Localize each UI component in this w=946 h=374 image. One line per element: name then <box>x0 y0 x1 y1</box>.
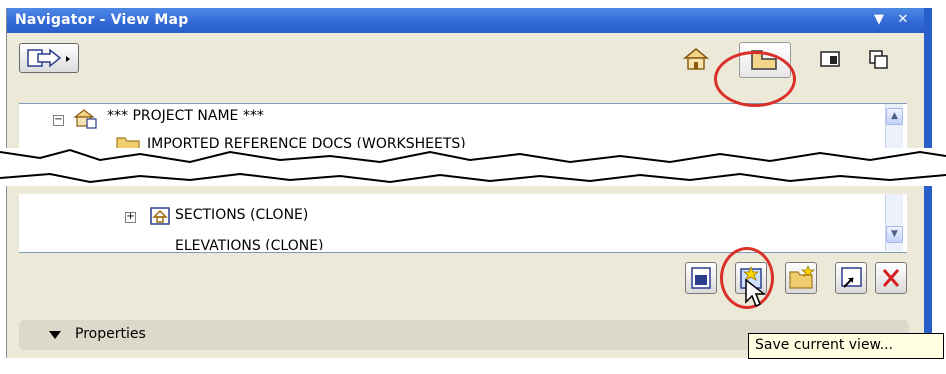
tree-item-project[interactable]: *** PROJECT NAME *** <box>107 108 264 124</box>
layout-book-button[interactable] <box>815 45 845 73</box>
view-settings-button[interactable] <box>685 262 717 294</box>
house-icon <box>682 48 710 70</box>
save-view-tooltip: Save current view... <box>748 333 944 359</box>
scroll-down-button[interactable]: ▼ <box>886 226 903 243</box>
view-map-tree-lower[interactable]: + SECTIONS (CLONE) ELEVATIONS (CLONE) ▼ <box>19 194 907 253</box>
new-folder-icon <box>789 264 816 289</box>
tree-expander[interactable]: − <box>53 115 64 126</box>
tree-expander[interactable]: + <box>125 212 136 223</box>
open-view-button[interactable] <box>835 262 867 294</box>
section-icon <box>150 207 170 225</box>
tree-item-sections[interactable]: SECTIONS (CLONE) <box>175 207 308 223</box>
project-icon <box>73 109 97 129</box>
settings-doc-icon <box>691 267 711 289</box>
scroll-up-button[interactable]: ▲ <box>886 108 903 125</box>
palette-menu-button[interactable]: ▼ <box>871 11 887 29</box>
palette-title: Navigator - View Map <box>15 12 189 28</box>
project-map-button[interactable] <box>681 45 711 73</box>
collapse-arrow-icon[interactable] <box>49 331 61 339</box>
layout-book-icon <box>820 51 840 67</box>
delete-x-icon <box>882 269 900 287</box>
mouse-cursor-icon <box>745 278 767 308</box>
tree-scrollbar[interactable]: ▲ <box>885 104 903 154</box>
tree-item-elevations[interactable]: ELEVATIONS (CLONE) <box>175 238 324 250</box>
view-map-tree[interactable]: − *** PROJECT NAME *** IMPORTED REFERENC… <box>19 103 907 154</box>
palette-titlebar[interactable]: Navigator - View Map ▼ ✕ <box>7 8 925 33</box>
torn-edge <box>0 148 946 186</box>
annotation-circle-viewmap <box>714 51 796 107</box>
tree-scrollbar-lower[interactable]: ▼ <box>885 194 903 251</box>
publish-icon <box>27 48 70 68</box>
palette-close-button[interactable]: ✕ <box>895 11 911 29</box>
new-folder-button[interactable] <box>785 262 817 294</box>
publisher-sets-button[interactable] <box>863 45 893 73</box>
properties-label: Properties <box>75 326 146 342</box>
publish-button[interactable] <box>19 43 79 73</box>
publisher-sets-icon <box>869 50 888 69</box>
open-view-icon <box>841 267 862 288</box>
torn-edge-graphic <box>0 148 946 184</box>
delete-button[interactable] <box>875 262 907 294</box>
